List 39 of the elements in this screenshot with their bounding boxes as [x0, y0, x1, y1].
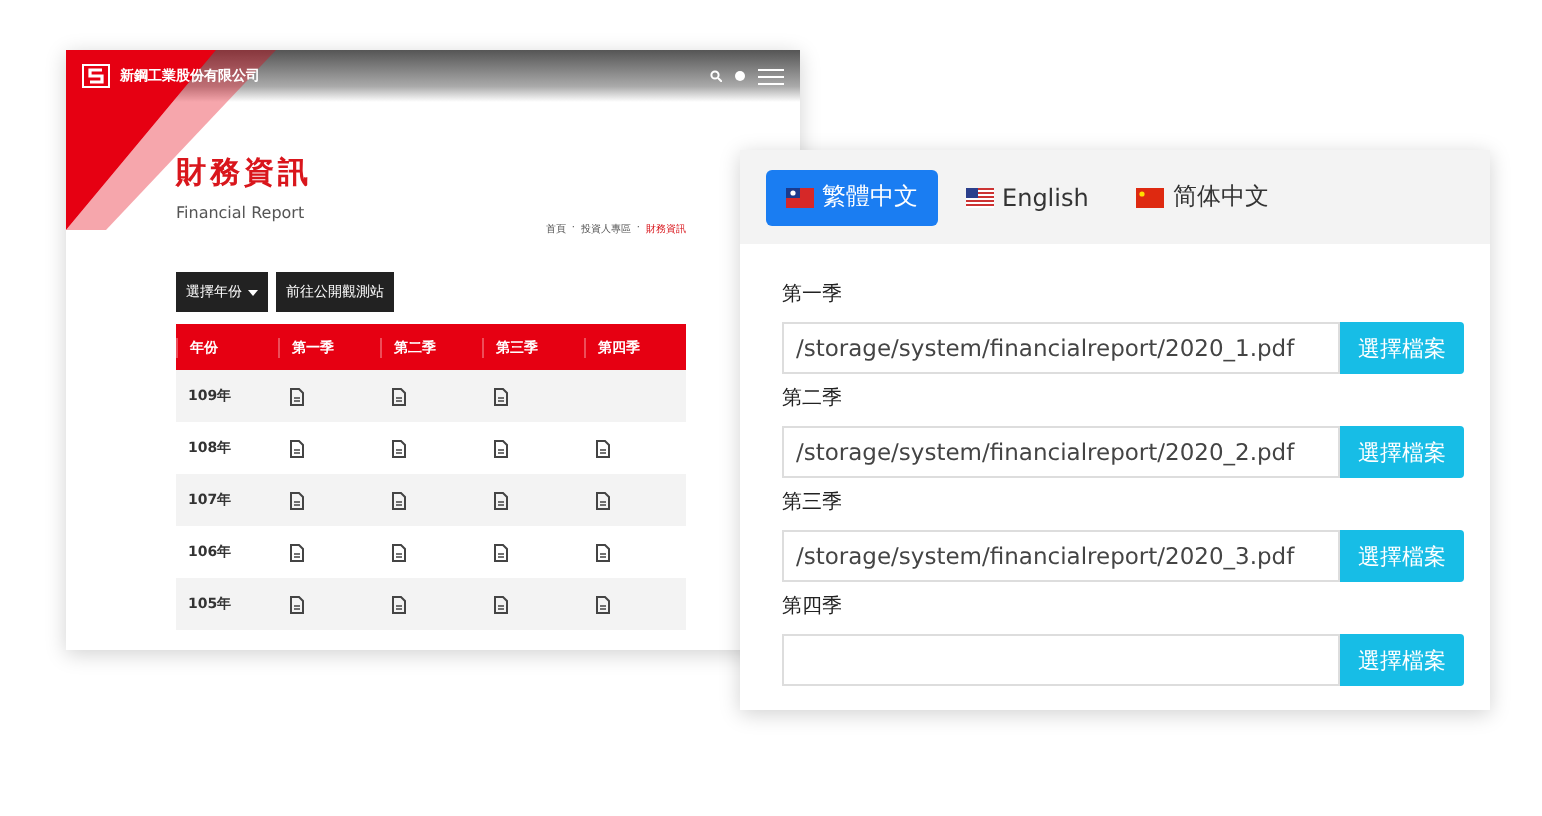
caret-icon: [248, 289, 258, 295]
field-label: 第四季: [782, 593, 844, 620]
file-path-field[interactable]: /storage/system/financialreport/2020_3.pdf: [782, 530, 1341, 582]
page-subtitle: Financial Report: [176, 204, 307, 222]
document-icon[interactable]: [392, 491, 406, 509]
menu-icon[interactable]: [758, 67, 784, 85]
language-tab[interactable]: English: [946, 169, 1109, 225]
document-icon[interactable]: [392, 595, 406, 613]
document-icon[interactable]: [596, 491, 610, 509]
document-icon[interactable]: [290, 543, 304, 561]
file-path-field[interactable]: /storage/system/financialreport/2020_1.pdf: [782, 322, 1341, 374]
document-icon[interactable]: [494, 543, 508, 561]
document-icon[interactable]: [494, 439, 508, 457]
file-path-field[interactable]: [782, 634, 1341, 686]
document-icon[interactable]: [392, 387, 406, 405]
document-icon[interactable]: [596, 595, 610, 613]
field-label: 第二季: [782, 385, 844, 412]
flag-icon: [786, 187, 814, 207]
field-label: 第一季: [782, 281, 844, 308]
flag-icon: [1136, 187, 1165, 207]
document-icon[interactable]: [290, 491, 304, 509]
flag-icon: [966, 187, 994, 207]
document-icon[interactable]: [290, 439, 304, 457]
document-icon[interactable]: [494, 595, 508, 613]
document-icon[interactable]: [494, 491, 508, 509]
language-tab[interactable]: 简体中文: [1116, 169, 1289, 225]
page-title: 財務資訊: [176, 154, 314, 192]
document-icon[interactable]: [494, 387, 508, 405]
file-path-field[interactable]: /storage/system/financialreport/2020_2.pdf: [782, 426, 1341, 478]
document-icon[interactable]: [392, 543, 406, 561]
document-icon[interactable]: [596, 439, 610, 457]
language-tab[interactable]: 繁體中文: [766, 169, 938, 225]
document-icon[interactable]: [290, 595, 304, 613]
document-icon[interactable]: [290, 387, 304, 405]
document-icon[interactable]: [392, 439, 406, 457]
field-label: 第三季: [782, 489, 844, 516]
logo-icon: [82, 64, 110, 88]
search-icon[interactable]: [710, 70, 722, 82]
document-icon[interactable]: [596, 543, 610, 561]
